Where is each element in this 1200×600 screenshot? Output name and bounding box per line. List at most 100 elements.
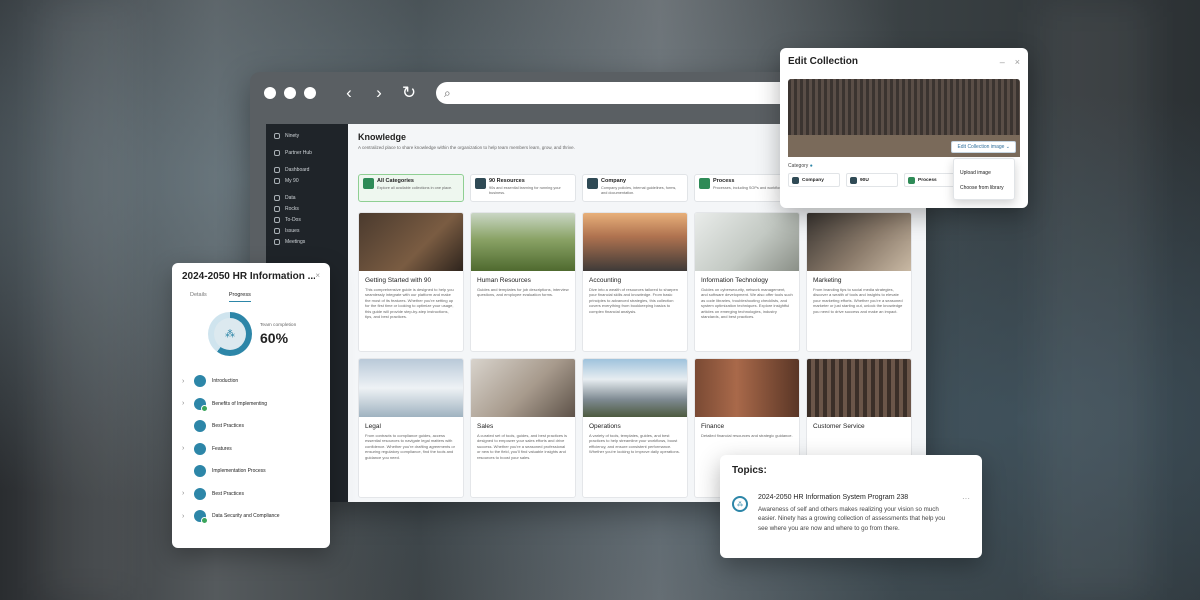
panel-title: Edit Collection [788,56,858,67]
card-title: Operations [589,423,621,430]
more-icon[interactable]: ··· [962,494,970,533]
category-chip[interactable]: Company [788,173,840,187]
collection-card[interactable]: Information Technology Guides on cyberse… [694,212,800,352]
collection-card[interactable]: Marketing From branding tips to social m… [806,212,912,352]
sidebar-item-label: Issues [285,227,300,234]
category-desc: Processes, including SOPs and workflows. [713,186,785,190]
card-title: Accounting [589,277,622,284]
sidebar-item-label: To-Dos [285,216,301,223]
close-icon[interactable]: × [315,271,320,282]
module-label: Introduction [212,378,239,385]
team-icon: ⁂ [214,318,246,350]
reload-icon[interactable]: ↻ [398,83,420,103]
forward-icon[interactable]: › [368,83,390,103]
edit-image-button[interactable]: Edit Collection image ⌄ [951,141,1016,153]
menu-item-upload[interactable]: Upload image [960,165,1008,180]
module-label: Benefits of Implementing [212,400,268,407]
category-title: 90 Resources [489,178,525,184]
edit-image-label: Edit Collection image [957,144,1005,150]
topic-name[interactable]: 2024-2050 HR Information System Program … [758,494,952,501]
card-title: Getting Started with 90 [365,277,432,284]
process-icon [908,176,915,184]
card-desc: A variety of tools, templates, guides, a… [589,433,680,455]
tab-details[interactable]: Details [190,292,207,302]
module-item[interactable]: › Features [182,438,320,461]
tab-progress[interactable]: Progress [228,292,251,302]
category-desc: Company policies, internal guidelines, f… [601,186,677,195]
card-image [807,213,911,271]
card-title: Customer Service [813,423,865,430]
card-title: Finance [701,423,725,430]
chevron-right-icon[interactable]: › [182,513,188,520]
dashboard-icon [274,166,280,173]
module-label: Best Practices [212,423,244,430]
sidebar-item-label: Rocks [285,205,299,212]
collection-card[interactable]: Legal From contracts to compliance guide… [358,358,464,498]
sidebar-brand[interactable]: Ninety [266,130,348,141]
card-title: Sales [477,423,494,430]
panel-title: Topics: [732,465,767,476]
background-blur [40,0,130,600]
sidebar-item-dashboard[interactable]: Dashboard [266,164,348,175]
topic-text: Awareness of self and others makes reali… [758,506,946,532]
menu-item-library[interactable]: Choose from library [960,180,1008,195]
window-dot[interactable] [304,87,316,99]
module-item[interactable]: › Benefits of Implementing [182,393,320,416]
category-title: Company [601,178,627,184]
avatar [194,510,208,525]
card-desc: From branding tips to social media strat… [813,287,903,314]
book-icon [475,178,486,189]
image-menu: Upload image Choose from library [953,158,1015,200]
category-company[interactable]: Company Company policies, internal guide… [582,174,688,202]
chevron-right-icon[interactable]: › [182,490,188,497]
chevron-right-icon[interactable]: › [182,378,188,385]
collection-card[interactable]: Operations A variety of tools, templates… [582,358,688,498]
chevron-right-icon[interactable]: › [182,400,188,407]
minimize-icon[interactable]: – [1000,57,1005,67]
avatar [194,465,206,478]
sidebar-item-issues[interactable]: Issues [266,225,348,236]
category-chip[interactable]: 90U [846,173,898,187]
category-chip[interactable]: Process [904,173,956,187]
program-icon: ⁂ [732,496,748,512]
card-desc: From contracts to compliance guides, acc… [365,433,455,460]
chevron-right-icon[interactable]: › [182,445,188,452]
sidebar-item-todos[interactable]: To-Dos [266,214,348,225]
category-90-resources[interactable]: 90 Resources 90s and essential learning … [470,174,576,202]
card-image [471,359,575,417]
sidebar-item-meetings[interactable]: Meetings [266,236,348,247]
card-image [359,359,463,417]
sidebar-item-rocks[interactable]: Rocks [266,203,348,214]
module-item[interactable]: › Introduction [182,370,320,393]
building-icon [792,176,799,184]
card-desc: This comprehensive guide is designed to … [365,287,454,319]
module-item[interactable]: Implementation Process [182,460,320,483]
sidebar-item-partner-hub[interactable]: Partner Hub [266,147,348,158]
category-chip-label: 90U [860,177,869,183]
category-chip-label: Process [918,177,937,183]
folder-icon [363,178,374,189]
brand-name: Ninety [285,132,300,139]
building-icon [587,178,598,189]
close-icon[interactable]: × [1015,57,1020,67]
back-icon[interactable]: ‹ [338,83,360,103]
module-item[interactable]: › Best Practices [182,483,320,506]
avatar [194,487,206,500]
sidebar-item-my-90[interactable]: My 90 [266,175,348,186]
collection-card[interactable]: Getting Started with 90 This comprehensi… [358,212,464,352]
category-desc: Explore all available collections in one… [377,186,453,190]
hr-program-panel: 2024-2050 HR Information ... × Details P… [172,263,330,548]
category-all[interactable]: All Categories Explore all available col… [358,174,464,202]
window-dot[interactable] [284,87,296,99]
collection-card[interactable]: Accounting Dive into a wealth of resourc… [582,212,688,352]
category-title: Process [713,178,735,184]
module-item[interactable]: Best Practices [182,415,320,438]
window-dot[interactable] [264,87,276,99]
collection-card[interactable]: Human Resources Guides and templates for… [470,212,576,352]
module-item[interactable]: › Data Security and Compliance [182,505,320,528]
card-image [695,213,799,271]
sidebar-item-data[interactable]: Data [266,192,348,203]
collection-card[interactable]: Sales A curated set of tools, guides, an… [470,358,576,498]
module-list: › Introduction › Benefits of Implementin… [182,370,320,528]
user-icon [274,177,280,184]
